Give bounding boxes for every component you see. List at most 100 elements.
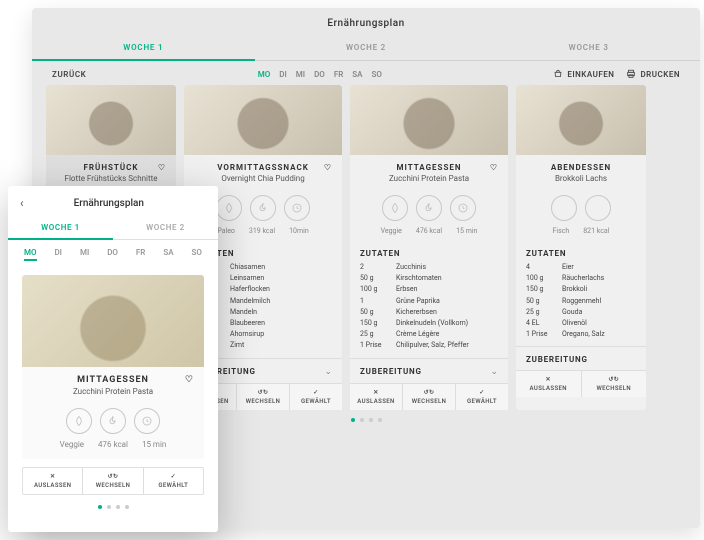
recipe-name: Zucchini Protein Pasta (350, 174, 508, 191)
swap-button[interactable]: ↺↻WECHSELN (403, 384, 456, 410)
swap-button[interactable]: ↺↻WECHSELN (582, 371, 647, 397)
ingredient-list: 4Eier 100 gRäucherlachs 150 gBrokkoli 50… (516, 262, 646, 340)
basket-icon (553, 69, 563, 79)
phone-day-mo[interactable]: MO (24, 248, 37, 261)
card-actions: ✕AUSLASSEN ↺↻WECHSELN ✓GEWÄHLT (350, 383, 508, 410)
phone-day-di[interactable]: DI (54, 248, 62, 261)
check-icon: ✓ (479, 389, 484, 396)
day-di[interactable]: DI (279, 70, 287, 79)
diet-value: Paleo (217, 227, 235, 235)
phone-meal-image (22, 275, 204, 367)
tab-week-2[interactable]: WOCHE 2 (255, 35, 478, 60)
diet-value: Fisch (553, 227, 570, 235)
print-button[interactable]: DRUCKEN (626, 69, 680, 79)
time-value: 15 min (456, 227, 477, 235)
header-actions: EINKAUFEN DRUCKEN (553, 69, 680, 79)
check-icon: ✓ (171, 473, 176, 480)
phone-day-sa[interactable]: SA (163, 248, 173, 261)
leaf-icon (216, 195, 242, 221)
dot[interactable] (378, 418, 382, 422)
phone-skip-button[interactable]: ✕AUSLASSEN (23, 468, 83, 494)
close-icon: ✕ (373, 389, 378, 396)
skip-button[interactable]: ✕AUSLASSEN (516, 371, 582, 397)
day-so[interactable]: SO (372, 70, 382, 79)
dot[interactable] (369, 418, 373, 422)
swap-button[interactable]: ↺↻WECHSELN (237, 384, 290, 410)
phone-day-picker: MO DI MI DO FR SA SO (8, 240, 218, 269)
phone-tab-week-1[interactable]: WOCHE 1 (8, 216, 113, 239)
dot[interactable] (351, 418, 355, 422)
meal-name: ABENDESSEN (516, 155, 646, 174)
flame-icon (585, 195, 611, 221)
ingredients-heading: ZUTATEN (516, 243, 646, 262)
tab-week-1[interactable]: WOCHE 1 (32, 35, 255, 60)
phone-pick-button[interactable]: ✓GEWÄHLT (144, 468, 203, 494)
day-sa[interactable]: SA (352, 70, 362, 79)
dot[interactable] (98, 505, 102, 509)
ingredient-list: 2Zucchinis 50 gKirschtomaten 100 gErbsen… (350, 262, 508, 352)
day-mo[interactable]: MO (258, 70, 271, 79)
meal-card: ABENDESSEN Brokkoli Lachs Fisch 821 kcal… (516, 85, 646, 410)
heart-icon[interactable]: ♡ (490, 163, 498, 172)
pick-button[interactable]: ✓GEWÄHLT (290, 384, 342, 410)
dot[interactable] (107, 505, 111, 509)
stat-icons (516, 191, 646, 227)
meal-card: MITTAGESSEN♡ Zucchini Protein Pasta Vegg… (350, 85, 508, 410)
clock-icon (450, 195, 476, 221)
dot[interactable] (116, 505, 120, 509)
tab-week-3[interactable]: WOCHE 3 (477, 35, 700, 60)
phone-day-mi[interactable]: MI (80, 248, 89, 261)
dot[interactable] (360, 418, 364, 422)
swap-icon: ↺↻ (424, 389, 435, 396)
preparation-toggle[interactable]: ZUBEREITUNG ⌄ (350, 358, 508, 383)
close-icon: ✕ (50, 473, 55, 480)
meal-name: FRÜHSTÜCK♡ (46, 155, 176, 174)
header-row: ZURÜCK MO DI MI DO FR SA SO EINKAUFEN DR… (32, 61, 700, 85)
phone-week-tabs: WOCHE 1 WOCHE 2 (8, 216, 218, 240)
phone-day-do[interactable]: DO (107, 248, 118, 261)
back-button[interactable]: ZURÜCK (52, 70, 86, 79)
time-value: 10min (289, 227, 309, 235)
phone-meal-card: MITTAGESSEN♡ Zucchini Protein Pasta Vegg… (22, 275, 204, 459)
kcal-value: 476 kcal (416, 227, 442, 235)
swap-icon: ↺↻ (258, 389, 269, 396)
heart-icon[interactable]: ♡ (158, 163, 166, 172)
chevron-down-icon: ⌄ (490, 367, 498, 377)
phone-tab-week-2[interactable]: WOCHE 2 (113, 216, 218, 239)
meal-name: VORMITTAGSSNACK♡ (184, 155, 342, 174)
swap-icon: ↺↻ (108, 473, 119, 480)
flame-icon (416, 195, 442, 221)
dot[interactable] (125, 505, 129, 509)
phone-recipe-name: Zucchini Protein Pasta (22, 387, 204, 404)
heart-icon[interactable]: ♡ (324, 163, 332, 172)
day-mi[interactable]: MI (296, 70, 305, 79)
phone-stat-values: Veggie 476 kcal 15 min (22, 440, 204, 459)
pick-button[interactable]: ✓GEWÄHLT (456, 384, 508, 410)
shop-button[interactable]: EINKAUFEN (553, 69, 614, 79)
phone-day-so[interactable]: SO (192, 248, 202, 261)
phone-meal-name: MITTAGESSEN♡ (22, 367, 204, 387)
week-tabs: WOCHE 1 WOCHE 2 WOCHE 3 (32, 35, 700, 61)
card-actions: ✕AUSLASSEN ↺↻WECHSELN (516, 370, 646, 397)
phone-header: ‹ Ernährungsplan (8, 186, 218, 216)
heart-icon[interactable]: ♡ (185, 375, 194, 385)
phone-swap-button[interactable]: ↺↻WECHSELN (83, 468, 143, 494)
phone-card-actions: ✕AUSLASSEN ↺↻WECHSELN ✓GEWÄHLT (22, 467, 204, 495)
stat-values: Veggie 476 kcal 15 min (350, 227, 508, 243)
recipe-name: Brokkoli Lachs (516, 174, 646, 191)
day-fr[interactable]: FR (334, 70, 343, 79)
phone-day-fr[interactable]: FR (136, 248, 145, 261)
diet-value: Veggie (381, 227, 402, 235)
meal-image (46, 85, 176, 155)
time-value: 15 min (142, 440, 166, 449)
swap-icon: ↺↻ (608, 376, 619, 383)
day-do[interactable]: DO (314, 70, 325, 79)
preparation-toggle[interactable]: ZUBEREITUNG (516, 346, 646, 370)
ingredients-heading: ZUTATEN (350, 243, 508, 262)
preparation-label: ZUBEREITUNG (360, 367, 422, 376)
flame-icon (250, 195, 276, 221)
phone-carousel-dots (8, 495, 218, 513)
skip-button[interactable]: ✕AUSLASSEN (350, 384, 403, 410)
leaf-icon (66, 408, 92, 434)
stat-values: Fisch 821 kcal (516, 227, 646, 243)
